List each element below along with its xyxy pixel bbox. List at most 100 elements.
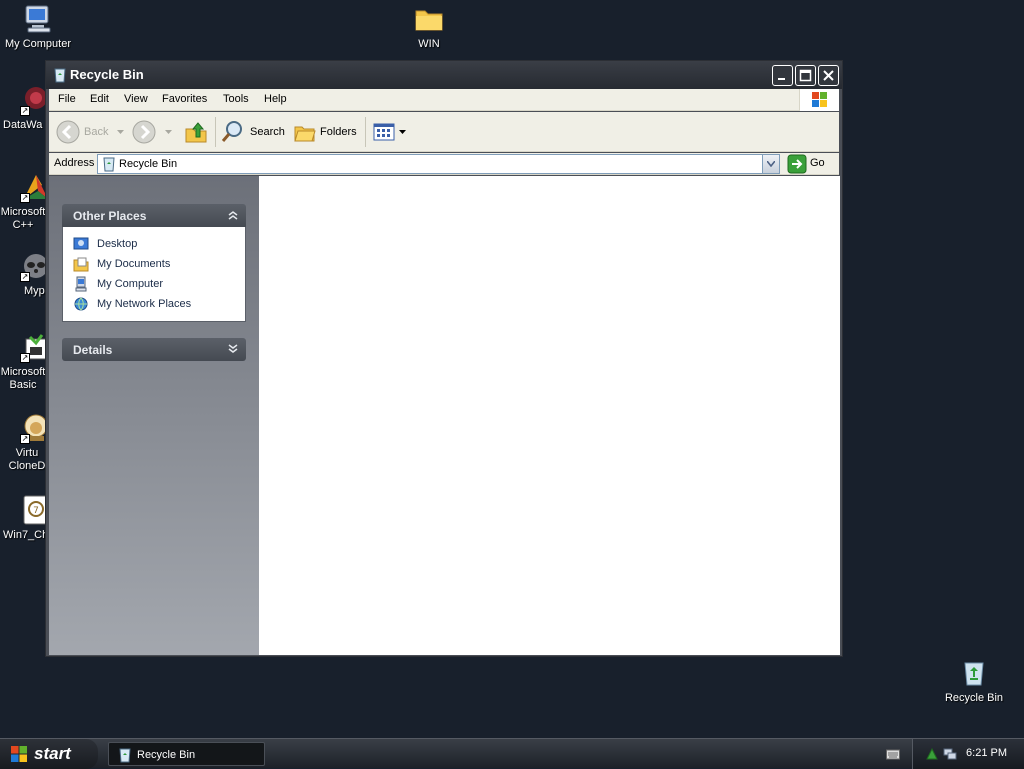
minimize-button[interactable] <box>772 65 793 86</box>
recycle-bin-icon <box>958 657 990 689</box>
desktop-icon-win-folder[interactable]: WIN <box>391 3 467 51</box>
link-my-network-places[interactable]: My Network Places <box>73 295 245 315</box>
standard-toolbar: Back Search Folders <box>49 112 839 152</box>
datawa-icon: ↗ <box>20 84 46 116</box>
folders-label: Folders <box>320 126 357 138</box>
svg-text:7: 7 <box>33 506 39 516</box>
clonedrive-sheep-icon: ↗ <box>20 412 46 444</box>
folders-button[interactable]: Folders <box>292 119 358 145</box>
network-connection-icon[interactable] <box>943 747 957 761</box>
up-folder-icon <box>185 122 207 143</box>
keyboard-icon[interactable] <box>886 748 900 760</box>
desktop-icon-myp[interactable]: ↗ Myp <box>0 250 46 298</box>
raccoon-icon: ↗ <box>20 250 46 282</box>
address-bar: Address Recycle Bin Go <box>49 153 839 175</box>
other-places-panel: Other Places Desktop My Documents My Com… <box>62 204 246 322</box>
chevron-up-icon[interactable] <box>227 209 239 221</box>
back-button[interactable]: Back <box>55 119 125 145</box>
windows-flag-icon <box>11 746 27 762</box>
network-places-icon <box>74 297 88 311</box>
window-title: Recycle Bin <box>70 67 144 82</box>
system-tray: 6:21 PM <box>912 739 1024 769</box>
desktop-icon-recycle-bin[interactable]: Recycle Bin <box>936 657 1012 705</box>
maximize-button[interactable] <box>795 65 816 86</box>
window-titlebar[interactable]: Recycle Bin <box>46 61 842 89</box>
toolbar-separator <box>215 117 216 147</box>
address-label: Address <box>54 157 95 169</box>
desktop-icon-datawa[interactable]: ↗ DataWa <box>0 84 46 132</box>
desktop-icon-label: DataWa <box>3 119 43 131</box>
recycle-bin-icon <box>52 67 68 83</box>
desktop-icon-label: Virtu CloneD <box>8 447 46 472</box>
chevron-down-icon <box>165 130 172 134</box>
address-input[interactable]: Recycle Bin <box>97 154 780 174</box>
file-list-area[interactable] <box>259 176 840 655</box>
start-label: start <box>34 744 71 763</box>
chevron-down-icon[interactable] <box>227 343 239 355</box>
shortcut-arrow-icon: ↗ <box>20 353 30 363</box>
desktop-icon-virtual-clonedrive[interactable]: ↗ Virtu CloneD <box>0 412 46 473</box>
desktop-icon-label: Microsoft C++ <box>0 206 46 231</box>
my-documents-icon <box>73 257 89 272</box>
menu-tools[interactable]: Tools <box>223 93 249 105</box>
taskbar-button-label: Recycle Bin <box>137 749 196 761</box>
desktop-icon-label: Microsoft Basic <box>0 366 46 391</box>
task-pane: Other Places Desktop My Documents My Com… <box>49 176 259 655</box>
back-label: Back <box>84 126 109 138</box>
shortcut-arrow-icon: ↗ <box>20 193 30 203</box>
views-button[interactable] <box>371 119 407 145</box>
up-folder-button[interactable] <box>183 119 209 145</box>
go-label: Go <box>810 157 825 169</box>
taskbar-button-recycle-bin[interactable]: Recycle Bin <box>108 742 265 766</box>
computer-icon <box>22 3 54 35</box>
link-desktop[interactable]: Desktop <box>73 235 245 255</box>
desktop-icon-win7-ch[interactable]: 7 Win7_Ch <box>0 494 46 542</box>
desktop-icon-microsoft-cpp[interactable]: ↗ Microsoft C++ <box>0 171 46 232</box>
safely-remove-hardware-icon[interactable] <box>925 747 939 761</box>
search-label: Search <box>250 126 285 138</box>
menu-help[interactable]: Help <box>264 93 287 105</box>
menu-favorites[interactable]: Favorites <box>162 93 207 105</box>
back-arrow-icon <box>56 120 80 144</box>
recycle-bin-icon <box>101 156 117 172</box>
menu-edit[interactable]: Edit <box>90 93 109 105</box>
desktop-icon-my-computer[interactable]: My Computer <box>0 3 76 51</box>
close-button[interactable] <box>818 65 839 86</box>
forward-button[interactable] <box>131 119 175 145</box>
visual-cpp-icon: ↗ <box>20 171 46 203</box>
link-my-computer[interactable]: My Computer <box>73 275 245 295</box>
menu-view[interactable]: View <box>124 93 148 105</box>
desktop-icon-label: Win7_Ch <box>3 529 46 541</box>
shortcut-arrow-icon: ↗ <box>20 434 30 444</box>
minimize-icon <box>778 78 785 80</box>
chevron-down-icon <box>117 130 124 134</box>
desktop-icon-label: WIN <box>418 38 440 50</box>
views-icon <box>373 123 395 141</box>
desktop-icon-microsoft-basic[interactable]: ↗ Microsoft Basic <box>0 331 46 392</box>
desktop-icon <box>73 237 89 250</box>
shortcut-arrow-icon: ↗ <box>20 272 30 282</box>
desktop-icon-label: My Computer <box>4 38 72 50</box>
maximize-icon <box>799 69 812 82</box>
chevron-down-icon <box>767 161 775 167</box>
menu-bar: File Edit View Favorites Tools Help <box>49 89 839 111</box>
address-value: Recycle Bin <box>119 158 178 170</box>
go-button[interactable]: Go <box>785 154 835 174</box>
recycle-bin-icon <box>119 748 131 763</box>
link-my-documents[interactable]: My Documents <box>73 255 245 275</box>
forward-arrow-icon <box>132 120 156 144</box>
shortcut-arrow-icon: ↗ <box>20 106 30 116</box>
win7-checker-icon: 7 <box>20 494 46 526</box>
menu-file[interactable]: File <box>58 93 76 105</box>
other-places-title: Other Places <box>73 209 147 223</box>
other-places-header[interactable]: Other Places <box>62 204 246 227</box>
start-button[interactable]: start <box>0 739 98 769</box>
details-header[interactable]: Details <box>62 338 246 361</box>
close-icon <box>823 70 834 81</box>
search-button[interactable]: Search <box>220 119 286 145</box>
toolbar-separator <box>365 117 366 147</box>
address-dropdown-button[interactable] <box>762 155 779 173</box>
recycle-bin-window: Recycle Bin File Edit View Favorites Too… <box>45 60 843 657</box>
search-icon <box>221 121 242 142</box>
taskbar: start Recycle Bin 6:21 PM <box>0 738 1024 769</box>
